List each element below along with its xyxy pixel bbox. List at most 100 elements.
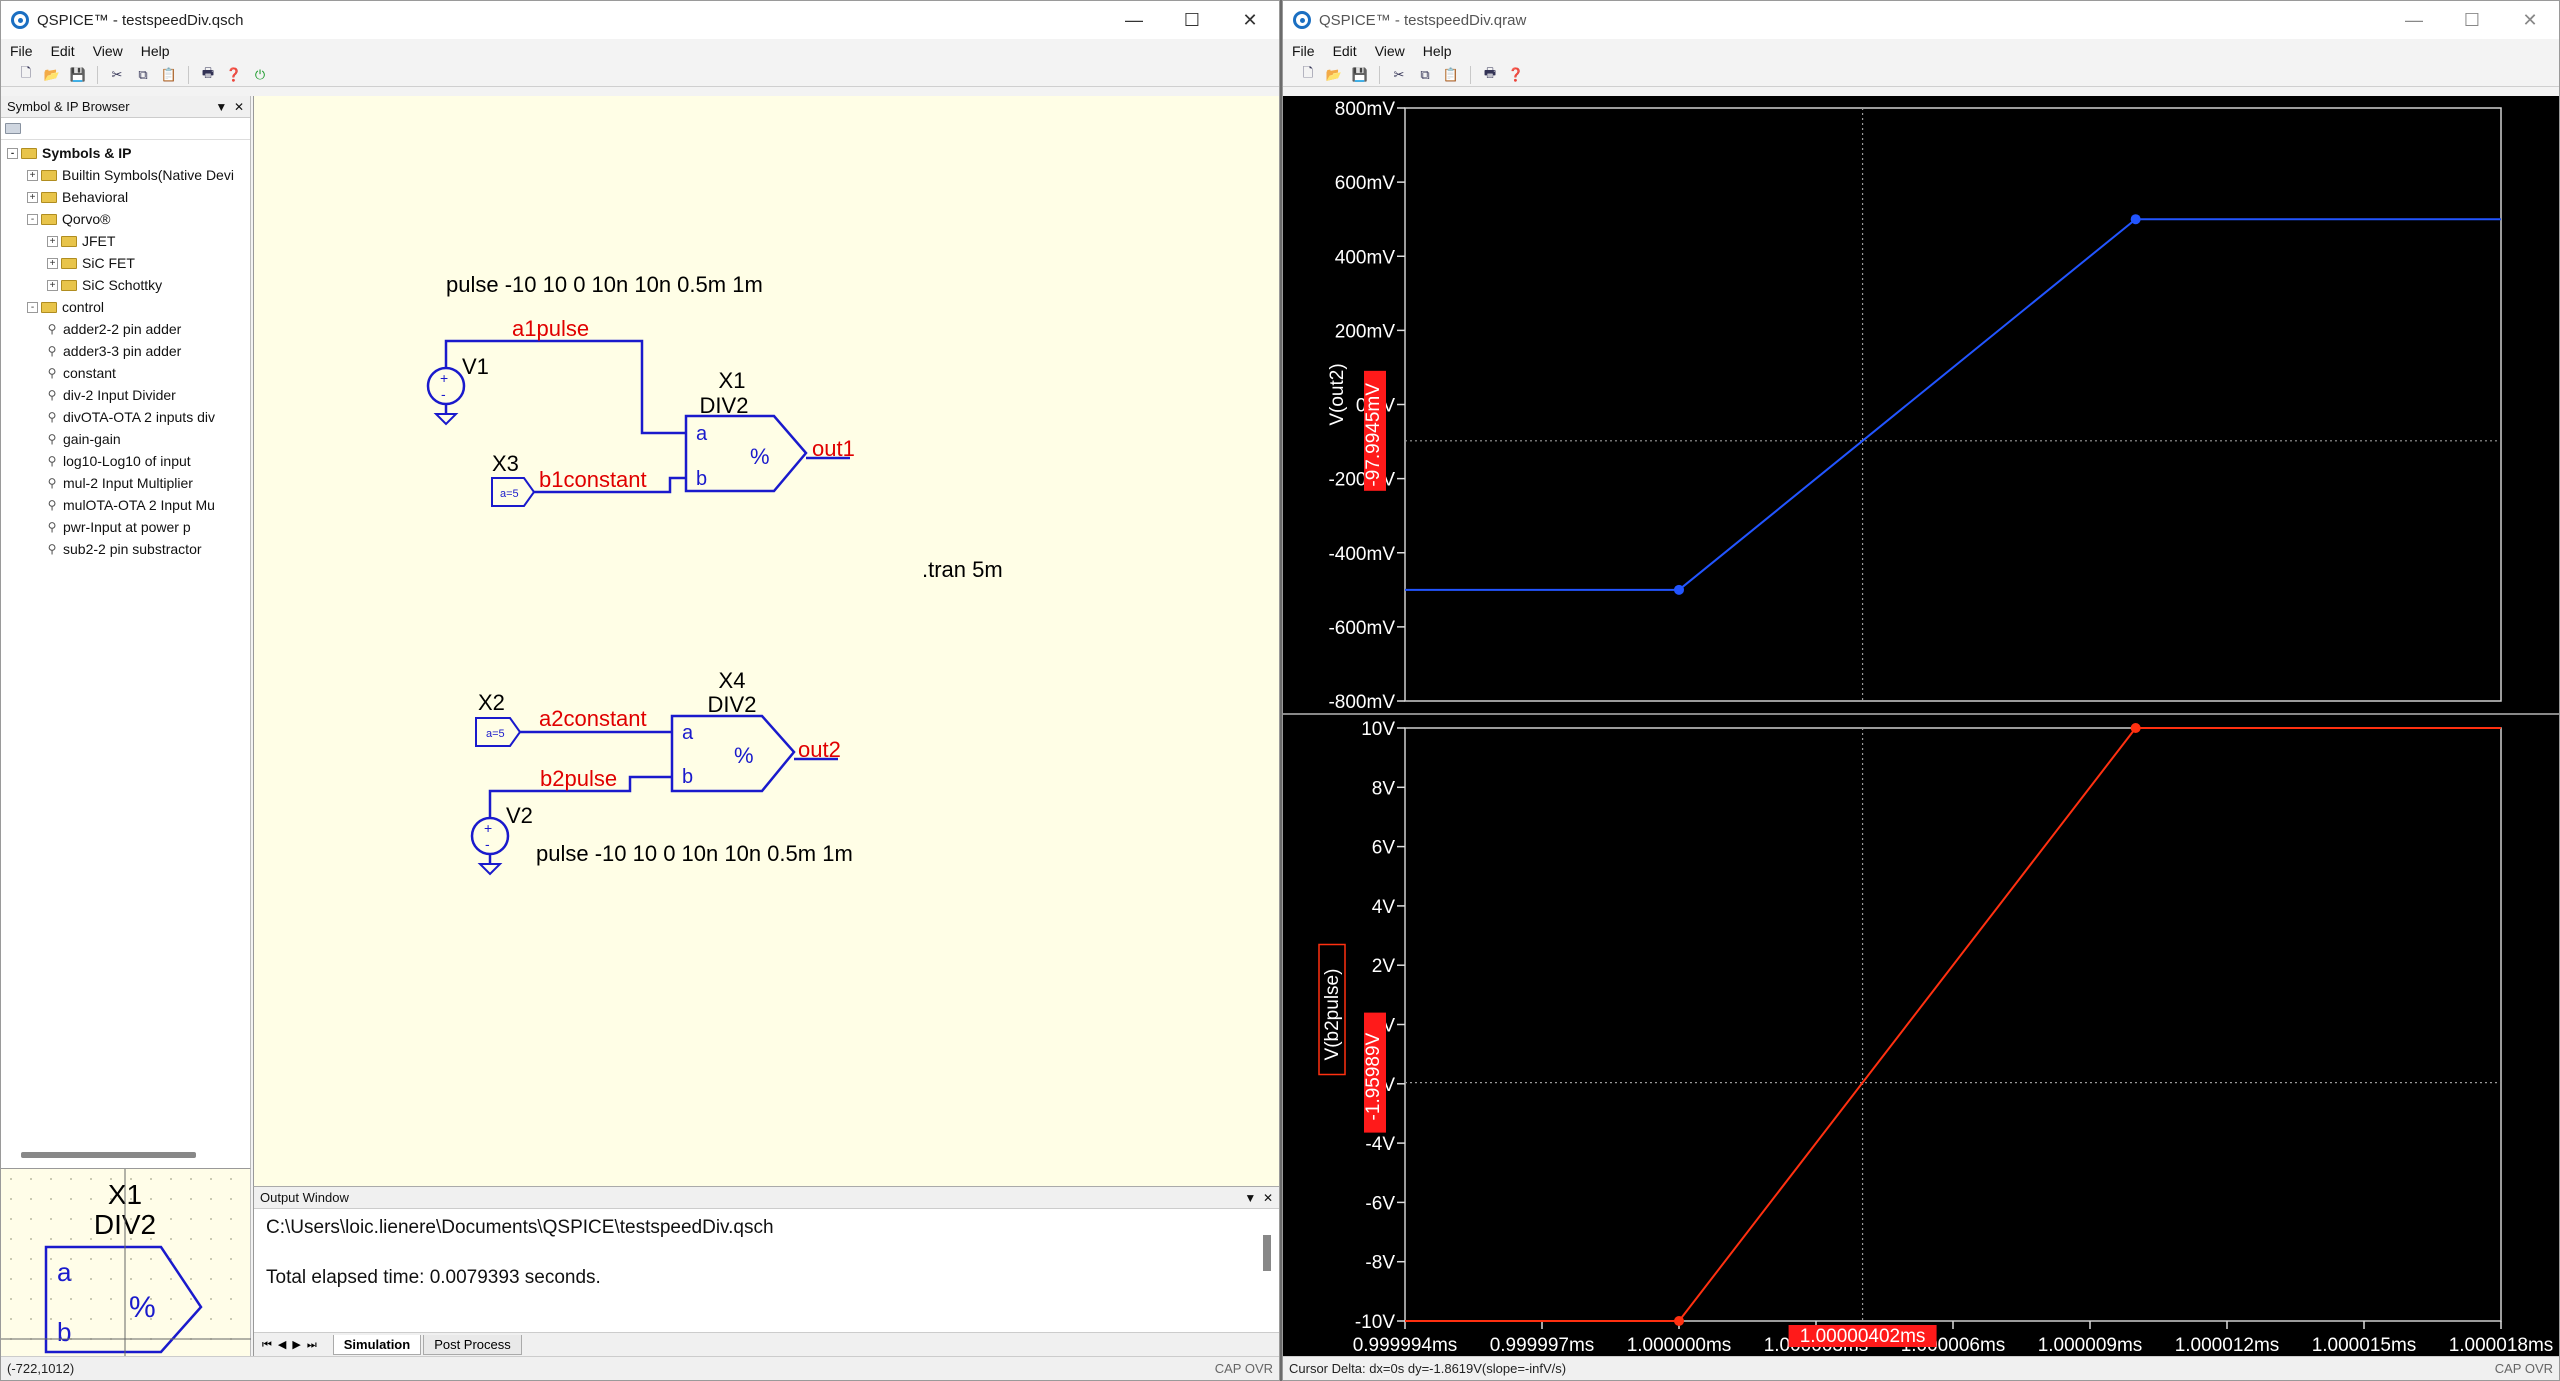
close-button[interactable]: ✕ bbox=[1221, 1, 1279, 39]
net-out2[interactable]: out2 bbox=[798, 737, 841, 762]
output-scrollbar[interactable] bbox=[1263, 1235, 1271, 1271]
menu-file[interactable]: File bbox=[1, 43, 42, 59]
save-icon[interactable]: 💾 bbox=[1349, 65, 1371, 85]
copy-icon[interactable]: ⧉ bbox=[132, 65, 154, 85]
x4-type[interactable]: DIV2 bbox=[708, 692, 757, 717]
tab-simulation[interactable]: Simulation bbox=[332, 1334, 422, 1355]
browser-scrollbar[interactable] bbox=[21, 1152, 196, 1158]
collapse-icon[interactable]: - bbox=[27, 213, 38, 225]
v1-label[interactable]: V1 bbox=[462, 354, 489, 379]
expand-icon[interactable]: + bbox=[27, 169, 38, 181]
tree-symbol-item[interactable]: ⚲ gain-gain bbox=[1, 428, 250, 450]
tree-folder-item[interactable]: + JFET bbox=[1, 230, 250, 252]
copy-icon[interactable]: ⧉ bbox=[1414, 65, 1436, 85]
collapse-icon[interactable]: - bbox=[27, 301, 38, 313]
y-tick-label: -8V bbox=[1365, 1253, 1395, 1274]
menu-view[interactable]: View bbox=[1366, 43, 1414, 59]
data-point[interactable] bbox=[1674, 584, 1684, 595]
menu-edit[interactable]: Edit bbox=[1324, 43, 1366, 59]
print-icon[interactable]: 🖶 bbox=[1479, 65, 1501, 85]
title-bar[interactable]: QSPICE™ - testspeedDiv.qsch — ☐ ✕ bbox=[1, 1, 1279, 39]
browser-folder-icon[interactable] bbox=[5, 123, 21, 134]
net-b2pulse[interactable]: b2pulse bbox=[540, 766, 617, 791]
pulse2-label[interactable]: pulse -10 10 0 10n 10n 0.5m 1m bbox=[536, 841, 853, 866]
waveform-plot-area[interactable]: 800mV600mV400mV200mV0mV-200mV-400mV-600m… bbox=[1283, 96, 2559, 1358]
maximize-button[interactable]: ☐ bbox=[2443, 1, 2501, 39]
tree-symbol-item[interactable]: ⚲ mulOTA-OTA 2 Input Mu bbox=[1, 494, 250, 516]
help-icon[interactable]: ❓ bbox=[223, 65, 245, 85]
pulse1-label[interactable]: pulse -10 10 0 10n 10n 0.5m 1m bbox=[446, 272, 763, 297]
print-icon[interactable]: 🖶 bbox=[197, 65, 219, 85]
trace-v-out2-[interactable] bbox=[1405, 218, 2501, 591]
help-icon[interactable]: ❓ bbox=[1505, 65, 1527, 85]
tree-symbol-item[interactable]: ⚲ mul-2 Input Multiplier bbox=[1, 472, 250, 494]
x1-type[interactable]: DIV2 bbox=[700, 393, 749, 418]
x3-label[interactable]: X3 bbox=[492, 451, 519, 476]
tree-root[interactable]: - Symbols & IP bbox=[1, 142, 250, 164]
tree-symbol-item[interactable]: ⚲ constant bbox=[1, 362, 250, 384]
tree-symbol-item[interactable]: ⚲ log10-Log10 of input bbox=[1, 450, 250, 472]
v2-label[interactable]: V2 bbox=[506, 803, 533, 828]
tab-nav-arrows-icon[interactable]: ⏮◀▶⏭ bbox=[254, 1338, 331, 1352]
tab-post-process[interactable]: Post Process bbox=[423, 1334, 522, 1355]
close-button[interactable]: ✕ bbox=[2501, 1, 2559, 39]
x4-label[interactable]: X4 bbox=[719, 668, 746, 693]
menu-edit[interactable]: Edit bbox=[42, 43, 84, 59]
net-a2constant[interactable]: a2constant bbox=[539, 706, 647, 731]
paste-icon[interactable]: 📋 bbox=[158, 65, 180, 85]
menu-view[interactable]: View bbox=[84, 43, 132, 59]
save-icon[interactable]: 💾 bbox=[67, 65, 89, 85]
data-point[interactable] bbox=[1674, 1316, 1684, 1326]
output-dropdown-icon[interactable]: ▼ bbox=[1244, 1191, 1256, 1205]
tree-symbol-item[interactable]: ⚲ sub2-2 pin substractor bbox=[1, 538, 250, 560]
trace-v-b2pulse-[interactable] bbox=[1405, 727, 2501, 1322]
paste-icon[interactable]: 📋 bbox=[1440, 65, 1462, 85]
x2-label[interactable]: X2 bbox=[478, 690, 505, 715]
tree-folder-item[interactable]: + SiC Schottky bbox=[1, 274, 250, 296]
expand-icon[interactable]: + bbox=[47, 279, 58, 291]
collapse-icon[interactable]: - bbox=[7, 147, 18, 159]
tree-symbol-item[interactable]: ⚲ div-2 Input Divider bbox=[1, 384, 250, 406]
tree-folder-item[interactable]: + SiC FET bbox=[1, 252, 250, 274]
open-folder-icon[interactable]: 📂 bbox=[41, 65, 63, 85]
tree-symbol-item[interactable]: ⚲ pwr-Input at power p bbox=[1, 516, 250, 538]
tree-folder-item[interactable]: + Behavioral bbox=[1, 186, 250, 208]
cursor-y-value: -1.95989V bbox=[1363, 1032, 1384, 1120]
x-tick-label: 1.000012ms bbox=[2175, 1335, 2280, 1356]
cut-icon[interactable]: ✂ bbox=[1388, 65, 1410, 85]
tree-symbol-item[interactable]: ⚲ adder3-3 pin adder bbox=[1, 340, 250, 362]
data-point[interactable] bbox=[2130, 723, 2141, 733]
schematic-canvas[interactable]: pulse -10 10 0 10n 10n 0.5m 1m a1pulse +… bbox=[253, 96, 1279, 1186]
new-file-icon[interactable]: 🗋 bbox=[15, 65, 37, 85]
run-icon[interactable]: ⏻ bbox=[249, 65, 271, 85]
menu-help[interactable]: Help bbox=[1414, 43, 1461, 59]
net-a1pulse[interactable]: a1pulse bbox=[512, 316, 589, 341]
maximize-button[interactable]: ☐ bbox=[1163, 1, 1221, 39]
pin-dropdown-icon[interactable]: ▼ bbox=[215, 100, 227, 114]
tree-folder-item[interactable]: + Builtin Symbols(Native Devi bbox=[1, 164, 250, 186]
waveform-plots[interactable]: 800mV600mV400mV200mV0mV-200mV-400mV-600m… bbox=[1283, 96, 2559, 1358]
tree-symbol-item[interactable]: ⚲ adder2-2 pin adder bbox=[1, 318, 250, 340]
browser-close-icon[interactable]: ✕ bbox=[234, 100, 244, 114]
tree-folder-item[interactable]: - control bbox=[1, 296, 250, 318]
tree-folder-item[interactable]: - Qorvo® bbox=[1, 208, 250, 230]
expand-icon[interactable]: + bbox=[27, 191, 38, 203]
tree-item-label: control bbox=[62, 299, 105, 315]
net-b1constant[interactable]: b1constant bbox=[539, 467, 647, 492]
x1-label[interactable]: X1 bbox=[719, 368, 746, 393]
menu-file[interactable]: File bbox=[1283, 43, 1324, 59]
menu-help[interactable]: Help bbox=[132, 43, 179, 59]
title-bar[interactable]: QSPICE™ - testspeedDiv.qraw — ☐ ✕ bbox=[1283, 1, 2559, 39]
minimize-button[interactable]: — bbox=[2385, 1, 2443, 39]
open-folder-icon[interactable]: 📂 bbox=[1323, 65, 1345, 85]
minimize-button[interactable]: — bbox=[1105, 1, 1163, 39]
output-close-icon[interactable]: ✕ bbox=[1263, 1191, 1273, 1205]
expand-icon[interactable]: + bbox=[47, 257, 58, 269]
new-file-icon[interactable]: 🗋 bbox=[1297, 65, 1319, 85]
data-point[interactable] bbox=[2130, 214, 2141, 225]
net-out1[interactable]: out1 bbox=[812, 436, 855, 461]
cut-icon[interactable]: ✂ bbox=[106, 65, 128, 85]
expand-icon[interactable]: + bbox=[47, 235, 58, 247]
tran-directive[interactable]: .tran 5m bbox=[922, 557, 1003, 582]
tree-symbol-item[interactable]: ⚲ divOTA-OTA 2 inputs div bbox=[1, 406, 250, 428]
